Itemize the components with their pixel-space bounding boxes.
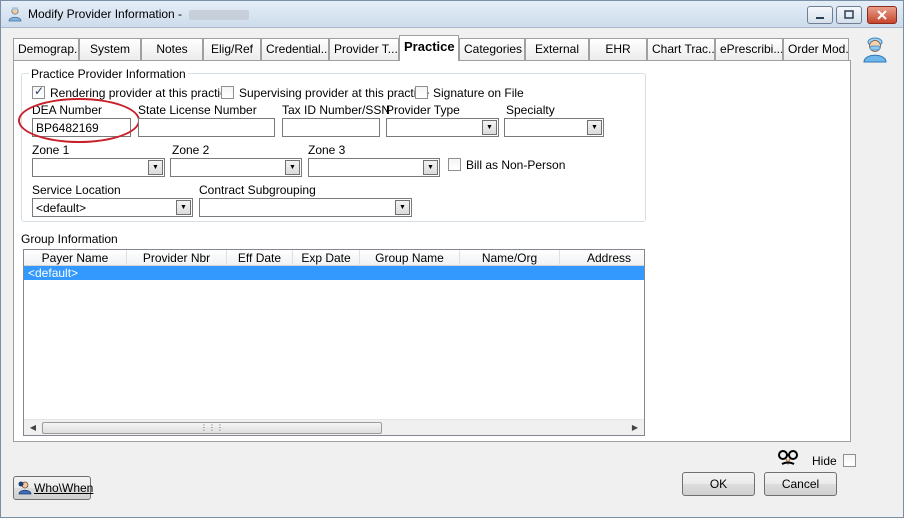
service-location-dropdown[interactable]: <default> ▼ xyxy=(32,198,193,217)
maximize-icon xyxy=(844,10,854,19)
tab-label: System xyxy=(89,42,130,56)
modify-provider-window: Modify Provider Information - Demograp..… xyxy=(0,0,904,518)
contract-subgrouping-label: Contract Subgrouping xyxy=(199,183,316,197)
tab-label: Notes xyxy=(156,42,188,56)
supervising-provider-label: Supervising provider at this practice xyxy=(239,86,430,100)
provider-type-dropdown[interactable]: ▼ xyxy=(386,118,499,137)
tab-label: Practice xyxy=(404,39,455,54)
column-header[interactable]: Payer Name xyxy=(24,250,127,266)
hide-label: Hide xyxy=(812,454,837,468)
tab-label: Credential... xyxy=(266,42,329,56)
tab-label: Chart Trac... xyxy=(652,42,715,56)
window-title: Modify Provider Information - xyxy=(28,7,250,21)
chevron-down-icon[interactable]: ▼ xyxy=(176,200,191,215)
provider-app-icon xyxy=(8,7,22,22)
title-bar[interactable]: Modify Provider Information - xyxy=(1,1,903,28)
zone1-dropdown[interactable]: ▼ xyxy=(32,158,165,177)
tab-label: External xyxy=(534,42,580,56)
scrollbar-thumb[interactable]: ⋮⋮⋮ xyxy=(42,422,382,434)
zone3-dropdown[interactable]: ▼ xyxy=(308,158,440,177)
tab-label: Provider T... xyxy=(334,42,398,56)
chevron-down-icon[interactable]: ▼ xyxy=(285,160,300,175)
state-license-label: State License Number xyxy=(138,103,257,117)
tab-credentials[interactable]: Credential... xyxy=(261,38,329,60)
zone1-label: Zone 1 xyxy=(32,143,70,157)
tab-elig-ref[interactable]: Elig/Ref xyxy=(203,38,261,60)
practice-provider-group-title: Practice Provider Information xyxy=(29,67,188,81)
tab-system[interactable]: System xyxy=(79,38,141,60)
window-title-text: Modify Provider Information - xyxy=(28,7,183,21)
chevron-down-icon[interactable]: ▼ xyxy=(482,120,497,135)
tab-notes[interactable]: Notes xyxy=(141,38,203,60)
tab-label: EHR xyxy=(605,42,631,56)
supervising-provider-checkbox[interactable] xyxy=(221,86,234,99)
zone2-dropdown[interactable]: ▼ xyxy=(170,158,302,177)
cancel-button[interactable]: Cancel xyxy=(764,472,837,496)
column-header[interactable]: Provider Nbr xyxy=(127,250,227,266)
tax-id-label: Tax ID Number/SSN xyxy=(282,103,391,117)
maximize-button[interactable] xyxy=(836,6,862,24)
tab-eprescribing[interactable]: ePrescribi... xyxy=(715,38,783,60)
doctor-icon xyxy=(863,37,887,63)
group-info-title: Group Information xyxy=(21,232,118,246)
column-header[interactable]: Exp Date xyxy=(293,250,360,266)
zone3-label: Zone 3 xyxy=(308,143,346,157)
column-header[interactable]: Group Name xyxy=(360,250,460,266)
column-header[interactable]: Name/Org xyxy=(460,250,560,266)
group-info-grid[interactable]: Payer Name Provider Nbr Eff Date Exp Dat… xyxy=(23,249,645,436)
contract-subgrouping-dropdown[interactable]: ▼ xyxy=(199,198,412,217)
ok-button[interactable]: OK xyxy=(682,472,755,496)
disguise-glasses-icon xyxy=(778,450,798,466)
horizontal-scrollbar[interactable]: ◀ ⋮⋮⋮ ▶ xyxy=(24,419,644,435)
specialty-label: Specialty xyxy=(506,103,555,117)
zone2-label: Zone 2 xyxy=(172,143,210,157)
who-when-label: Who\When xyxy=(34,481,94,495)
tab-chart-tracking[interactable]: Chart Trac... xyxy=(647,38,715,60)
tab-label: Order Mod... xyxy=(788,42,849,56)
column-header[interactable]: Address xyxy=(560,250,644,266)
dea-highlight-circle xyxy=(18,98,140,143)
payer-name-cell: <default> xyxy=(28,266,79,280)
service-location-value: <default> xyxy=(36,201,87,215)
hide-checkbox[interactable] xyxy=(843,454,856,467)
signature-on-file-checkbox[interactable] xyxy=(415,86,428,99)
tab-provider-type[interactable]: Provider T... xyxy=(329,38,399,60)
tab-practice[interactable]: Practice xyxy=(399,35,459,61)
signature-on-file-label: Signature on File xyxy=(433,86,524,100)
tab-demographics[interactable]: Demograp... xyxy=(13,38,79,60)
who-when-icon xyxy=(18,481,32,495)
chevron-down-icon[interactable]: ▼ xyxy=(587,120,602,135)
tab-ehr[interactable]: EHR xyxy=(589,38,647,60)
bill-non-person-checkbox[interactable] xyxy=(448,158,461,171)
bill-non-person-label: Bill as Non-Person xyxy=(466,158,566,172)
grid-header: Payer Name Provider Nbr Eff Date Exp Dat… xyxy=(24,250,644,266)
who-when-button[interactable]: Who\When xyxy=(13,476,94,500)
tab-order-module[interactable]: Order Mod... xyxy=(783,38,849,60)
scroll-right-icon[interactable]: ▶ xyxy=(629,422,641,434)
tax-id-field[interactable] xyxy=(282,118,380,137)
tab-label: Categories xyxy=(464,42,523,56)
chevron-down-icon[interactable]: ▼ xyxy=(395,200,410,215)
close-button[interactable] xyxy=(867,6,897,24)
column-header[interactable]: Eff Date xyxy=(227,250,293,266)
tab-categories[interactable]: Categories xyxy=(459,38,525,60)
tab-label: Elig/Ref xyxy=(210,42,254,56)
chevron-down-icon[interactable]: ▼ xyxy=(148,160,163,175)
minimize-button[interactable] xyxy=(807,6,833,24)
minimize-icon xyxy=(816,17,824,19)
tab-strip: Demograp... System Notes Elig/Ref Creden… xyxy=(13,35,853,61)
title-redacted-name xyxy=(189,9,250,20)
rendering-provider-checkbox[interactable] xyxy=(32,84,45,99)
tab-external[interactable]: External xyxy=(525,38,589,60)
tab-label: Demograp... xyxy=(18,42,79,56)
state-license-field[interactable] xyxy=(138,118,275,137)
provider-type-label: Provider Type xyxy=(386,103,460,117)
close-icon xyxy=(877,10,887,20)
specialty-dropdown[interactable]: ▼ xyxy=(504,118,604,137)
service-location-label: Service Location xyxy=(32,183,121,197)
tab-label: ePrescribi... xyxy=(720,42,783,56)
chevron-down-icon[interactable]: ▼ xyxy=(423,160,438,175)
table-row[interactable]: <default> xyxy=(24,266,644,280)
scroll-left-icon[interactable]: ◀ xyxy=(27,422,39,434)
